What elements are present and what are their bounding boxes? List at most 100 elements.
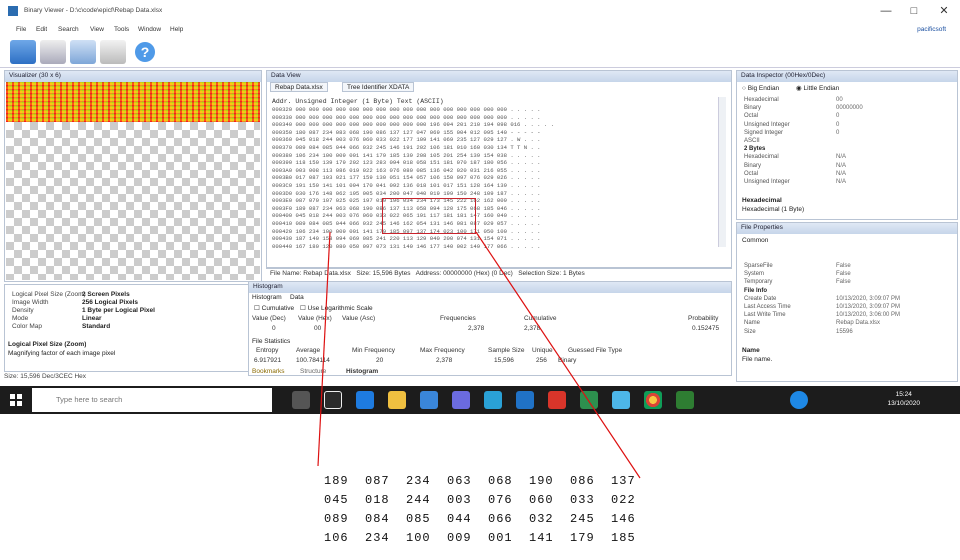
hex-row[interactable]: 000420 106 234 100 009 001 141 179 185 0… [272,228,718,236]
tab-tree[interactable]: Tree Identifier XDATA [342,82,415,92]
minimize-button[interactable]: — [878,3,894,19]
edge-icon[interactable] [356,391,374,409]
hex-row[interactable]: 0003B0 017 087 103 021 177 159 130 051 1… [272,174,718,182]
hex-row[interactable]: 000370 089 084 085 044 066 032 245 146 1… [272,144,718,152]
zoom-row: 045 018 244 003 076 060 033 022 [324,493,636,507]
inspector-row[interactable]: Hexadecimal N/A [744,153,954,161]
hex-row[interactable]: 000330 000 000 000 000 000 000 000 000 0… [272,114,718,122]
zoom-row: 089 084 085 044 066 032 245 146 [324,512,636,526]
help-icon[interactable]: ? [132,40,158,64]
app-icon-3[interactable] [484,391,502,409]
status-file-size: Size: 15,596 Bytes [356,270,411,277]
cumulative-checkbox[interactable]: ☐ Cumulative [254,304,294,313]
app-icon-6[interactable] [676,391,694,409]
little-endian-radio[interactable]: ◉ Little Endian [796,84,839,93]
inspector-row[interactable]: Hexadecimal 00 [744,96,954,104]
stats-row: 6.917921 100.784114 20 2,378 15,596 256 … [254,357,577,364]
inspector-row[interactable]: Octal N/A [744,170,954,178]
preview-icon[interactable] [70,40,96,64]
tray-icon[interactable] [790,391,808,409]
app-icon [8,6,18,16]
tab-histogram[interactable]: Histogram [252,293,282,302]
fp-foot-text: File name. [742,356,773,363]
account-name[interactable]: pacificsoft [917,25,946,34]
tab-bookmarks[interactable]: Bookmarks [252,367,285,376]
help-title: Logical Pixel Size (Zoom) [8,341,87,348]
file-property-row[interactable]: Last Write Time 10/13/2020, 3:06:00 PM [744,311,954,319]
inspector-row[interactable]: ASCII [744,137,954,145]
empty-canvas [6,122,260,280]
file-property-row[interactable]: Create Date 10/13/2020, 3:09:07 PM [744,295,954,303]
hex-row[interactable]: 000430 187 140 158 094 069 085 241 220 1… [272,235,718,243]
menu-tools[interactable]: Tools [114,25,129,34]
inspector-row[interactable]: 2 Bytes [744,145,954,153]
hex-row[interactable]: 0003A0 003 008 113 086 019 022 163 076 0… [272,167,718,175]
inspector-row[interactable]: Signed Integer 0 [744,129,954,137]
big-endian-radio[interactable]: ○ Big Endian [742,84,779,93]
excel-icon[interactable] [580,391,598,409]
tab-histogram-bottom[interactable]: Histogram [346,367,378,376]
chrome-icon[interactable] [644,391,662,409]
hex-row[interactable]: 0003E0 087 070 107 025 025 197 019 196 0… [272,197,718,205]
hex-row[interactable]: 0003F0 189 087 234 063 068 190 086 137 1… [272,205,718,213]
inspector-row[interactable]: Octal 0 [744,112,954,120]
menu-view[interactable]: View [90,25,104,34]
taskbar-clock[interactable]: 15:24 13/10/2020 [887,390,920,408]
hex-row[interactable]: 000440 167 180 120 080 050 097 073 131 1… [272,243,718,251]
app-icon-4[interactable] [548,391,566,409]
menu-edit[interactable]: Edit [36,25,47,34]
tab-structure[interactable]: Structure [300,367,326,376]
category-dropdown[interactable]: Common [742,236,768,245]
hex-row[interactable]: 000350 180 087 234 083 068 190 086 137 1… [272,129,718,137]
hex-row[interactable]: 000390 118 150 139 179 202 123 283 094 0… [272,159,718,167]
file-property-row[interactable]: File Info [744,287,954,295]
hex-scrollbar[interactable] [718,97,726,247]
hex-row[interactable]: 000340 000 000 000 000 000 000 000 000 0… [272,121,718,129]
app-icon-5[interactable] [612,391,630,409]
hex-row[interactable]: 0003D0 030 176 148 062 195 005 034 200 0… [272,190,718,198]
print-icon[interactable] [40,40,66,64]
file-property-row[interactable]: SparseFile False [744,262,954,270]
task-view-icon[interactable] [292,391,310,409]
inspector-row[interactable]: Binary N/A [744,162,954,170]
file-property-row[interactable]: System False [744,270,954,278]
app-icon-2[interactable] [452,391,470,409]
hex-row[interactable]: 000360 045 018 244 003 076 060 033 022 1… [272,136,718,144]
hex-row[interactable]: 000400 045 018 244 003 076 060 033 022 0… [272,212,718,220]
tools-icon[interactable] [100,40,126,64]
fp-foot-title: Name [742,347,760,354]
file-property-row[interactable]: Temporary False [744,278,954,286]
clock-time: 15:24 [895,391,912,398]
app-icon-1[interactable] [324,391,342,409]
explorer-icon[interactable] [388,391,406,409]
open-icon[interactable] [10,40,36,64]
menu-file[interactable]: File [16,25,26,34]
hex-row[interactable]: 000410 089 084 085 044 066 032 245 146 1… [272,220,718,228]
status-size: Size: 15,596 Dec/3CEC Hex [4,373,87,380]
status-file-name: File Name: Rebap Data.xlsx [270,270,351,277]
tab-file[interactable]: Rebap Data.xlsx [270,82,328,92]
inspector-row[interactable]: Unsigned Integer N/A [744,178,954,186]
menu-help[interactable]: Help [170,25,183,34]
maximize-button[interactable]: □ [906,3,922,19]
menu-window[interactable]: Window [138,25,161,34]
hex-row[interactable]: 000380 106 234 100 009 001 141 179 185 1… [272,152,718,160]
hex-row[interactable]: 000320 000 000 000 000 000 000 000 000 0… [272,106,718,114]
file-property-row[interactable]: Size 15596 [744,328,954,336]
windows-start-icon[interactable] [10,394,22,406]
word-icon[interactable] [516,391,534,409]
menu-search[interactable]: Search [58,25,79,34]
log-scale-checkbox[interactable]: ☐ Use Logarithmic Scale [300,304,373,313]
taskbar-search[interactable]: Type here to search [32,388,272,412]
data-view-title: Data View [267,71,731,82]
visualizer-title: Visualizer (30 x 6) [5,71,261,82]
hex-row[interactable]: 0003C0 191 150 141 101 094 170 041 092 1… [272,182,718,190]
inspector-row[interactable]: Binary 00000000 [744,104,954,112]
store-icon[interactable] [420,391,438,409]
tab-data[interactable]: Data [290,293,304,302]
file-property-row[interactable]: Last Access Time 10/13/2020, 3:09:07 PM [744,303,954,311]
close-button[interactable]: ✕ [936,3,952,19]
inspector-row[interactable]: Unsigned Integer 0 [744,121,954,129]
file-property-row[interactable]: Name Rebap Data.xlsx [744,319,954,327]
histogram-row[interactable]: 0 00 2,378 2,378 0.152475 [252,324,728,334]
